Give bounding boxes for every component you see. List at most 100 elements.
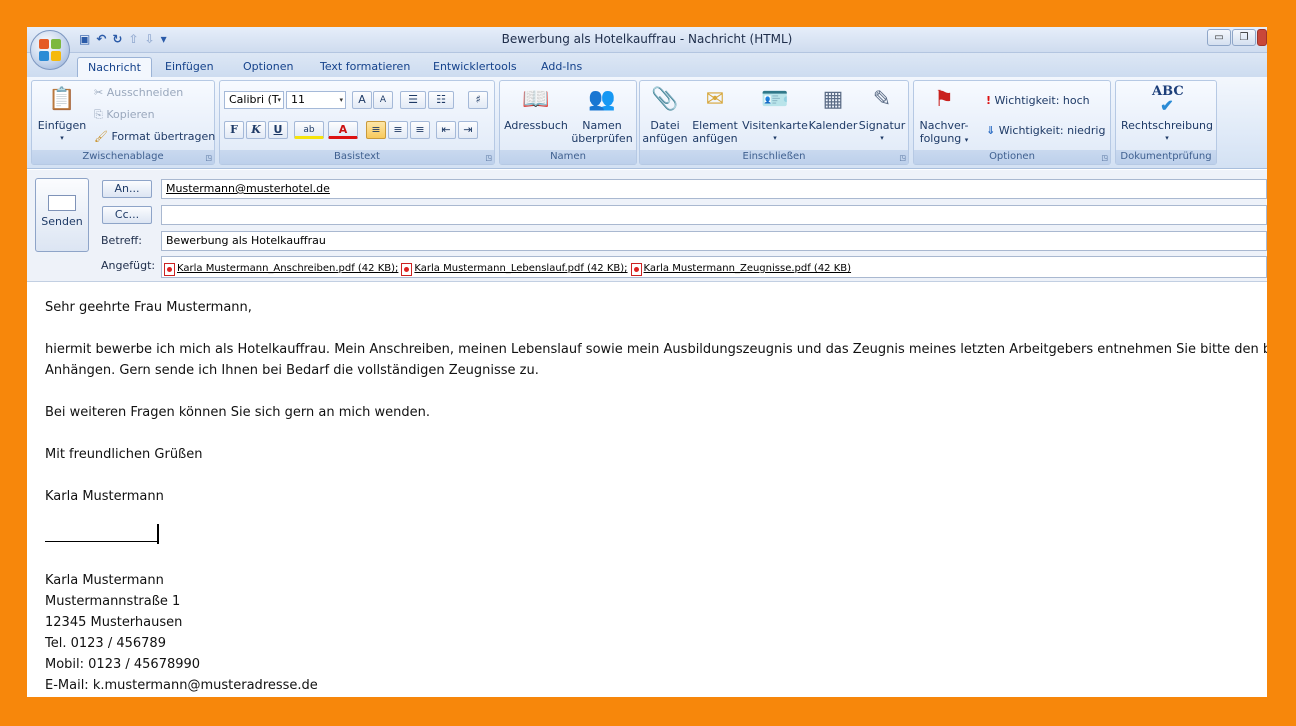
attach-file-button[interactable]: 📎 Datei anfügen xyxy=(642,85,688,145)
grow-font-button[interactable]: A xyxy=(352,91,372,109)
copy-button[interactable]: ⎘ Kopieren xyxy=(94,107,155,123)
font-name-select[interactable]: Calibri (T ▾ xyxy=(224,91,284,109)
pdf-icon xyxy=(401,262,413,276)
subject-field[interactable]: Bewerbung als Hotelkauffrau xyxy=(161,231,1267,251)
chevron-down-icon: ▾ xyxy=(773,134,777,142)
ribbon-tabs: Nachricht Einfügen Optionen Text formati… xyxy=(27,53,1267,77)
pdf-icon xyxy=(164,262,175,276)
tab-entwicklertools[interactable]: Entwicklertools xyxy=(423,57,527,77)
dialog-launcher-icon[interactable]: ◳ xyxy=(899,154,906,162)
address-book-button[interactable]: 📖 Adressbuch xyxy=(502,85,570,132)
numbering-icon[interactable]: ☷ xyxy=(428,91,454,109)
group-include: 📎 Datei anfügen ✉ Element anfügen 🪪 Visi… xyxy=(639,80,909,165)
to-field[interactable]: Mustermann@musterhotel.de xyxy=(161,179,1267,199)
window-controls: ▭ ❐ xyxy=(1206,29,1267,46)
align-center-icon[interactable]: ≡ xyxy=(388,121,408,139)
font-size-select[interactable]: 11 ▾ xyxy=(286,91,346,109)
send-label: Senden xyxy=(41,215,83,228)
signature-line-row xyxy=(45,524,1263,549)
attach-item-label-1: Element xyxy=(692,119,738,132)
body-paragraph-line: hiermit bewerbe ich mich als Hotelkauffr… xyxy=(45,342,1267,357)
copy-icon: ⎘ xyxy=(94,108,103,121)
paperclip-icon: 📎 xyxy=(651,87,679,112)
close-icon[interactable] xyxy=(1257,29,1267,46)
attachment-list: Karla Mustermann_Anschreiben.pdf (42 KB)… xyxy=(164,260,851,278)
importance-high-button[interactable]: ! Wichtigkeit: hoch xyxy=(986,93,1090,109)
maximize-icon[interactable]: ❐ xyxy=(1232,29,1256,46)
calendar-icon: ▦ xyxy=(822,87,844,112)
attachment-item[interactable]: Karla Mustermann_Zeugnisse.pdf (42 KB) xyxy=(630,260,851,278)
subject-label: Betreff: xyxy=(101,234,142,247)
bold-button[interactable]: F xyxy=(224,121,244,139)
underline-button[interactable]: U xyxy=(268,121,288,139)
follow-up-label-1: Nachver- xyxy=(919,119,969,132)
tab-add-ins[interactable]: Add-Ins xyxy=(531,57,592,77)
brush-icon: 🖌 xyxy=(94,130,108,143)
paste-button[interactable]: 📋 Einfügen ▾ xyxy=(36,85,88,145)
business-card-button[interactable]: 🪪 Visitenkarte ▾ xyxy=(742,85,808,145)
check-names-label-2: überprüfen xyxy=(571,132,633,145)
tab-nachricht[interactable]: Nachricht xyxy=(77,57,152,77)
spelling-check-icon: ABC ✔ xyxy=(1152,85,1184,115)
window-title: Bewerbung als Hotelkauffrau - Nachricht … xyxy=(501,32,793,46)
decrease-indent-icon[interactable]: ⇤ xyxy=(436,121,456,139)
address-book-label: Adressbuch xyxy=(504,119,568,132)
format-painter-label: Format übertragen xyxy=(111,130,216,143)
format-painter-button[interactable]: 🖌 Format übertragen xyxy=(94,129,215,145)
cut-button[interactable]: ✂ Ausschneiden xyxy=(94,85,183,101)
group-label-include: Einschließen xyxy=(640,150,908,164)
send-button[interactable]: Senden xyxy=(35,178,89,252)
address-book-icon: 📖 xyxy=(522,87,550,112)
signature-button[interactable]: ✎ Signatur ▾ xyxy=(858,85,906,145)
dialog-launcher-icon[interactable]: ◳ xyxy=(205,154,212,162)
attachment-name: Karla Mustermann_Lebenslauf.pdf (42 KB); xyxy=(414,263,628,274)
bullets-icon[interactable]: ☰ xyxy=(400,91,426,109)
signature-phone: Tel. 0123 / 456789 xyxy=(45,636,166,651)
envelope-icon: ✉ xyxy=(705,87,725,112)
calendar-button[interactable]: ▦ Kalender xyxy=(808,85,858,132)
pdf-icon xyxy=(630,262,642,276)
copy-label: Kopieren xyxy=(106,108,155,121)
spelling-button[interactable]: ABC ✔ Rechtschreibung ▾ xyxy=(1118,85,1216,145)
styles-icon[interactable]: ♯ xyxy=(468,91,488,109)
tab-text-formatieren[interactable]: Text formatieren xyxy=(310,57,420,77)
tab-einfuegen[interactable]: Einfügen xyxy=(155,57,224,77)
attach-file-label-2: anfügen xyxy=(642,132,688,145)
dialog-launcher-icon[interactable]: ◳ xyxy=(1101,154,1108,162)
shrink-font-button[interactable]: A xyxy=(373,91,393,109)
importance-low-label: Wichtigkeit: niedrig xyxy=(998,124,1106,137)
font-color-label: A xyxy=(338,123,348,136)
checkmark-icon: ✔ xyxy=(1160,96,1174,115)
signature-mobile: Mobil: 0123 / 45678990 xyxy=(45,657,201,672)
font-color-button[interactable]: A xyxy=(328,121,358,139)
check-names-button[interactable]: 👥 Namen überprüfen xyxy=(570,85,634,145)
chevron-down-icon: ▾ xyxy=(277,96,281,104)
attach-file-label-1: Datei xyxy=(650,119,680,132)
increase-indent-icon[interactable]: ⇥ xyxy=(458,121,478,139)
send-envelope-icon xyxy=(48,195,76,211)
office-button[interactable] xyxy=(30,30,70,70)
attach-item-button[interactable]: ✉ Element anfügen xyxy=(690,85,740,145)
cc-button[interactable]: Cc... xyxy=(102,206,152,224)
highlight-button[interactable]: ab xyxy=(294,121,324,139)
dialog-launcher-icon[interactable]: ◳ xyxy=(485,154,492,162)
italic-button[interactable]: K xyxy=(246,121,266,139)
font-name-value: Calibri (T xyxy=(229,93,279,106)
cut-label: Ausschneiden xyxy=(106,86,184,99)
align-right-icon[interactable]: ≡ xyxy=(410,121,430,139)
calendar-label: Kalender xyxy=(808,119,858,132)
tab-optionen[interactable]: Optionen xyxy=(233,57,303,77)
business-card-icon: 🪪 xyxy=(761,87,789,112)
cc-field[interactable] xyxy=(161,205,1267,225)
minimize-icon[interactable]: ▭ xyxy=(1207,29,1231,46)
ribbon: 📋 Einfügen ▾ ✂ Ausschneiden ⎘ Kopieren 🖌… xyxy=(27,77,1267,169)
message-body[interactable]: Sehr geehrte Frau Mustermann, hiermit be… xyxy=(45,297,1267,696)
to-button[interactable]: An... xyxy=(102,180,152,198)
align-left-icon[interactable]: ≡ xyxy=(366,121,386,139)
importance-low-button[interactable]: ⇓ Wichtigkeit: niedrig xyxy=(986,123,1105,139)
attachment-item[interactable]: Karla Mustermann_Lebenslauf.pdf (42 KB); xyxy=(401,260,628,278)
follow-up-button[interactable]: ⚑ Nachver- folgung ▾ xyxy=(916,85,972,147)
check-names-icon: 👥 xyxy=(588,87,616,112)
check-names-label-1: Namen xyxy=(582,119,622,132)
attachment-item[interactable]: Karla Mustermann_Anschreiben.pdf (42 KB)… xyxy=(164,260,398,278)
